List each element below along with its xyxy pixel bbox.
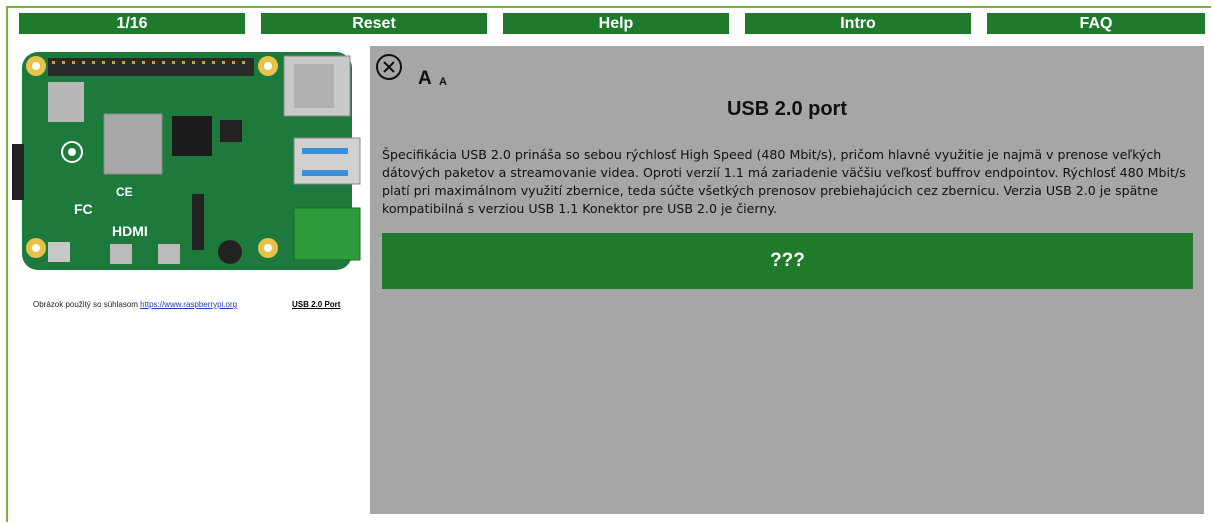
credit-link[interactable]: https://www.raspberrypi.org xyxy=(140,300,237,309)
info-panel: A A USB 2.0 port Špecifikácia USB 2.0 pr… xyxy=(370,46,1204,514)
image-credit: Obrázok použitý so súhlasom https://www.… xyxy=(33,300,340,309)
raspberry-pi-board-image: HDMI FC CE xyxy=(12,52,361,270)
svg-text:HDMI: HDMI xyxy=(112,223,148,239)
decrease-font-button[interactable]: A xyxy=(439,76,447,88)
reset-button[interactable]: Reset xyxy=(261,13,487,34)
increase-font-button[interactable]: A xyxy=(418,68,432,90)
help-button[interactable]: Help xyxy=(503,13,729,34)
faq-button[interactable]: FAQ xyxy=(987,13,1205,34)
svg-text:FC: FC xyxy=(74,201,93,217)
close-circle-icon xyxy=(383,61,395,73)
panel-title: USB 2.0 port xyxy=(726,98,848,120)
counter-button[interactable]: 1/16 xyxy=(19,13,245,34)
intro-button[interactable]: Intro xyxy=(745,13,971,34)
close-button[interactable] xyxy=(376,54,402,80)
answer-button[interactable]: ??? xyxy=(382,233,1193,289)
svg-text:CE: CE xyxy=(116,185,133,199)
panel-description: Špecifikácia USB 2.0 prináša so sebou rý… xyxy=(382,147,1186,216)
port-label[interactable]: USB 2.0 Port xyxy=(292,300,340,309)
credit-text: Obrázok použitý so súhlasom xyxy=(33,300,141,309)
